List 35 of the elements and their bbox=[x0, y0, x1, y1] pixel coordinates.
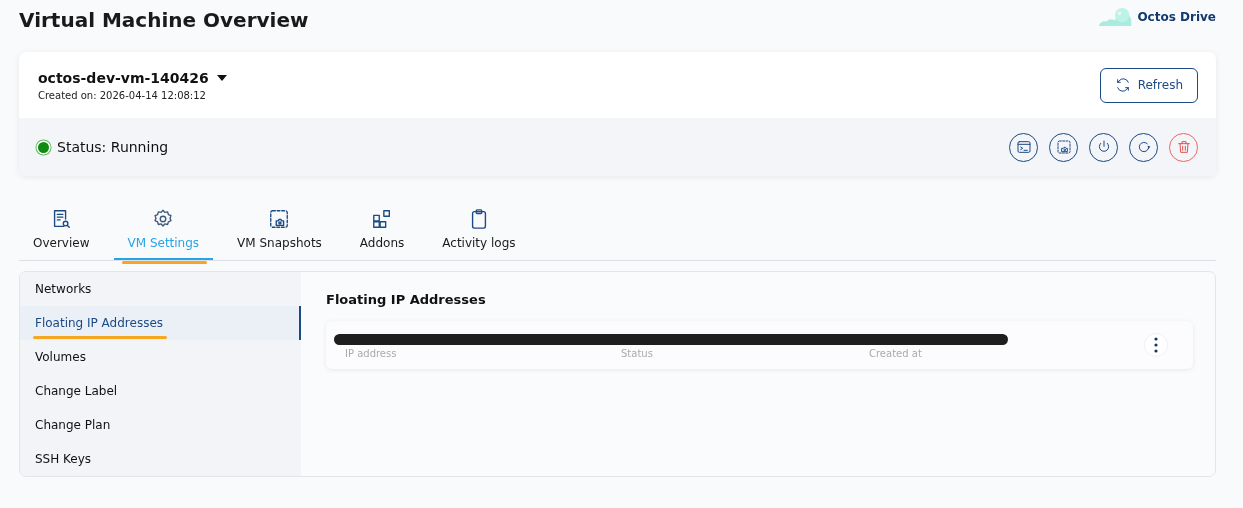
camera-frame-icon bbox=[1055, 139, 1072, 155]
refresh-icon bbox=[1114, 77, 1131, 93]
page-title: Virtual Machine Overview bbox=[19, 8, 309, 32]
vertical-dots-icon bbox=[1154, 337, 1158, 353]
camera-frame-icon bbox=[268, 208, 291, 230]
console-button[interactable] bbox=[1009, 132, 1038, 162]
sidebar-item[interactable]: Volumes bbox=[20, 340, 301, 374]
created-date: Created on: 2026-04-14 12:08:12 bbox=[38, 89, 207, 101]
power-button[interactable] bbox=[1089, 132, 1118, 162]
vm-selector[interactable]: octos-dev-vm-140426 bbox=[38, 69, 227, 86]
delete-button[interactable] bbox=[1169, 132, 1198, 162]
tab[interactable]: Activity logs bbox=[428, 204, 530, 260]
settings-icon bbox=[152, 208, 175, 230]
sidebar-item[interactable]: SSH Keys bbox=[20, 442, 301, 476]
caret-icon bbox=[216, 74, 227, 81]
field-label: Status bbox=[621, 348, 654, 359]
status-text: Status: Running bbox=[57, 139, 169, 155]
tab[interactable]: VM Snapshots bbox=[223, 204, 336, 260]
snapshot-button[interactable] bbox=[1049, 132, 1078, 162]
brand-name: Octos Drive bbox=[1137, 10, 1216, 24]
restart-button[interactable] bbox=[1129, 132, 1158, 162]
tab[interactable]: Addons bbox=[345, 204, 419, 260]
field-label: Created at bbox=[869, 348, 923, 359]
sidebar-item[interactable]: Networks bbox=[20, 272, 301, 306]
more-button[interactable] bbox=[1144, 333, 1168, 357]
trash-icon bbox=[1175, 139, 1192, 155]
sidebar-item[interactable]: Floating IP Addresses bbox=[20, 306, 301, 340]
tab[interactable]: Overview bbox=[19, 204, 104, 260]
cloud-logo-icon bbox=[1097, 7, 1134, 27]
refresh-button[interactable]: Refresh bbox=[1099, 67, 1198, 103]
sidebar-item[interactable]: Change Plan bbox=[20, 408, 301, 442]
section-title: Floating IP Addresses bbox=[326, 292, 487, 307]
field-label: IP address bbox=[345, 348, 398, 359]
terminal-icon bbox=[1015, 139, 1032, 155]
sidebar-item[interactable]: Change Label bbox=[20, 374, 301, 408]
